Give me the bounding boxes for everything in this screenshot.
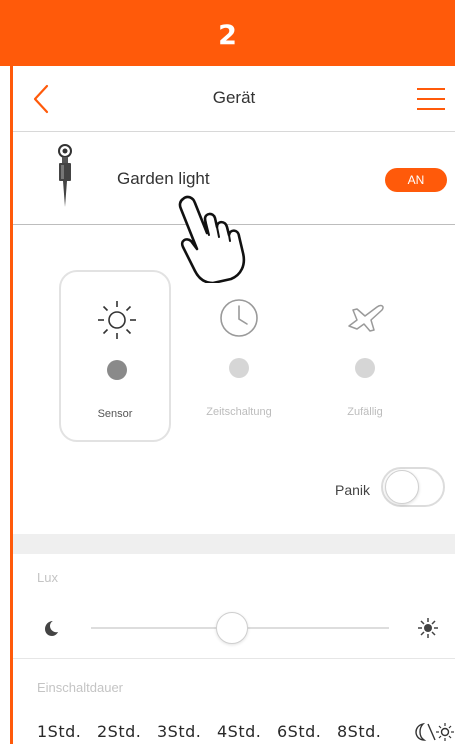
- duration-option-2[interactable]: 2Std.: [97, 722, 141, 741]
- mode-selection: Sensor Zeitschaltung Zufällig Panik: [13, 226, 455, 532]
- duration-option-4[interactable]: 4Std.: [217, 722, 261, 741]
- page-title: Gerät: [212, 88, 256, 107]
- mode-zufaellig[interactable]: Zufällig: [309, 270, 421, 442]
- mode-zeitschaltung-indicator: [229, 358, 249, 378]
- device-name[interactable]: Garden light: [117, 169, 210, 189]
- app-header: Gerät: [13, 66, 455, 132]
- clock-icon: [220, 299, 258, 337]
- mode-sensor-indicator: [107, 360, 127, 380]
- sun-icon: [98, 301, 136, 339]
- duration-options: 1Std. 2Std. 3Std. 4Std. 6Std. 8Std.: [37, 722, 454, 744]
- app-screen: Gerät Garden light AN Sensor Zeitschaltu…: [10, 66, 455, 744]
- duration-option-1[interactable]: 1Std.: [37, 722, 81, 741]
- panik-label: Panik: [335, 482, 371, 498]
- panik-toggle-knob[interactable]: [385, 470, 419, 504]
- mode-sensor-label: Sensor: [97, 408, 133, 420]
- separator-line: [13, 658, 455, 659]
- lux-label: Lux: [37, 570, 58, 585]
- duration-option-3[interactable]: 3Std.: [157, 722, 201, 741]
- moon-icon: [45, 621, 58, 636]
- mode-zufaellig-label: Zufällig: [347, 406, 383, 418]
- mode-sensor[interactable]: Sensor: [59, 270, 171, 442]
- step-number: 2: [218, 19, 237, 51]
- step-banner: 2: [0, 0, 455, 66]
- device-row[interactable]: Garden light AN: [13, 133, 455, 283]
- airplane-icon: [348, 304, 384, 332]
- panik-toggle[interactable]: [381, 467, 445, 507]
- garden-lamp-icon: [58, 144, 72, 207]
- lux-slider-thumb[interactable]: [216, 612, 248, 644]
- mode-zeitschaltung[interactable]: Zeitschaltung: [183, 270, 295, 442]
- moon-sun-icon[interactable]: [413, 722, 455, 742]
- bright-sun-icon: [418, 618, 438, 638]
- duration-option-8[interactable]: 8Std.: [337, 722, 381, 741]
- duration-option-6[interactable]: 6Std.: [277, 722, 321, 741]
- mode-zufaellig-indicator: [355, 358, 375, 378]
- einschaltdauer-label: Einschaltdauer: [37, 680, 123, 695]
- section-divider: [13, 534, 455, 554]
- mode-zeitschaltung-label: Zeitschaltung: [206, 406, 272, 418]
- hamburger-menu-icon[interactable]: [415, 85, 447, 113]
- on-status-badge[interactable]: AN: [385, 168, 447, 192]
